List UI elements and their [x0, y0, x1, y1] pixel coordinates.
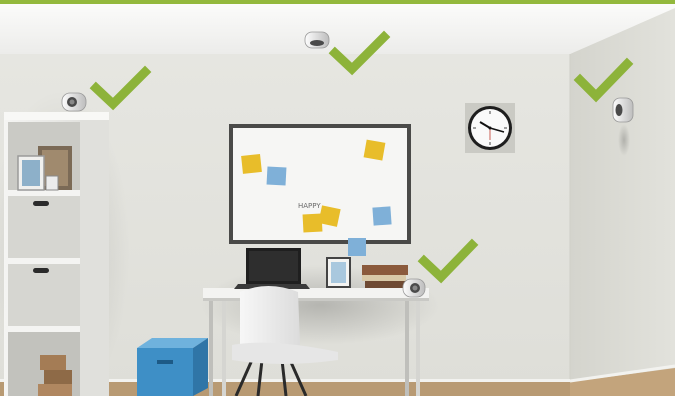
sensor-ceiling — [304, 31, 330, 49]
book-stack — [362, 265, 408, 275]
drawer-handle — [33, 201, 49, 206]
sticky-note — [241, 154, 262, 174]
small-box — [40, 355, 66, 370]
room-illustration: HAPPY — [0, 0, 675, 396]
room-scene: HAPPY — [0, 0, 675, 396]
whiteboard-note: HAPPY — [298, 202, 321, 210]
small-box — [44, 370, 72, 384]
top-accent-bar — [0, 0, 675, 4]
ceiling — [0, 4, 675, 54]
whiteboard: HAPPY — [229, 124, 411, 256]
sticky-note — [363, 139, 386, 161]
storage-box — [137, 338, 208, 396]
small-box — [38, 384, 72, 396]
sticky-note — [266, 166, 287, 186]
wall-clock — [465, 103, 515, 153]
sticky-note — [372, 206, 392, 226]
sticky-note — [348, 238, 366, 256]
drawer-handle — [33, 268, 49, 273]
sensor-desk — [402, 278, 426, 298]
sensor-shelf — [61, 92, 87, 112]
